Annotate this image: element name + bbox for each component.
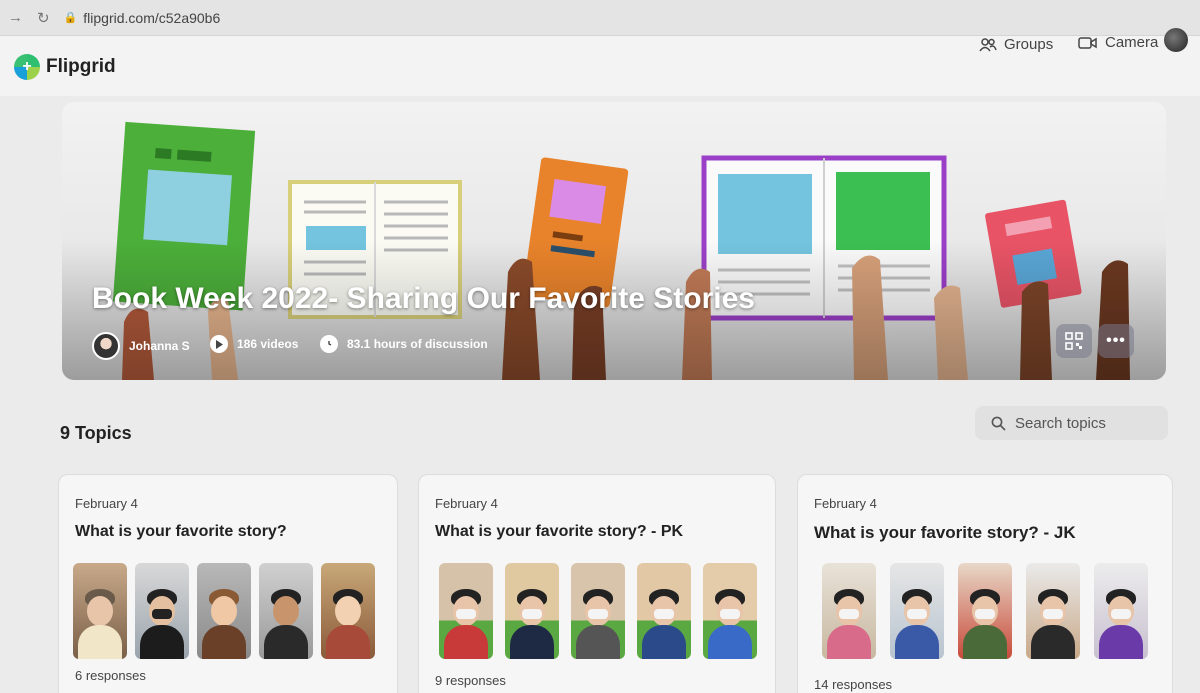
response-thumbnail[interactable] (197, 563, 251, 659)
groups-button[interactable]: Groups (979, 36, 1053, 53)
response-thumbnails (439, 563, 757, 659)
groups-icon (979, 37, 997, 51)
response-thumbnail[interactable] (1026, 563, 1080, 659)
response-thumbnails (73, 563, 375, 659)
response-thumbnail[interactable] (73, 563, 127, 659)
clock-icon (320, 335, 338, 353)
lock-icon: 🔒 (63, 12, 78, 24)
response-thumbnail[interactable] (439, 563, 493, 659)
response-thumbnail[interactable] (135, 563, 189, 659)
response-thumbnail[interactable] (822, 563, 876, 659)
owner-name: Johanna S (129, 339, 190, 353)
topic-date: February 4 (814, 496, 877, 511)
flipgrid-logo[interactable]: Flipgrid (14, 54, 116, 80)
search-input[interactable] (1015, 414, 1155, 432)
topics-count: 9 Topics (60, 423, 132, 443)
search-topics[interactable] (975, 406, 1168, 440)
response-thumbnail[interactable] (637, 563, 691, 659)
app-header: Flipgrid Groups Camera (0, 28, 1200, 96)
topic-card[interactable]: February 4 What is your favorite story? … (797, 474, 1173, 693)
response-thumbnail[interactable] (1094, 563, 1148, 659)
more-options-button[interactable]: ••• (1098, 324, 1134, 358)
qr-code-button[interactable] (1056, 324, 1092, 358)
grid-title: Book Week 2022- Sharing Our Favorite Sto… (92, 282, 755, 315)
address-bar[interactable]: flipgrid.com/c52a90b6 (83, 10, 220, 26)
qr-code-icon (1065, 332, 1083, 350)
grid-banner: Book Week 2022- Sharing Our Favorite Sto… (62, 102, 1166, 380)
videos-label: 186 videos (237, 337, 299, 351)
user-avatar[interactable] (1164, 28, 1189, 52)
topic-title[interactable]: What is your favorite story? - PK (435, 523, 683, 541)
logo-text: Flipgrid (46, 56, 116, 77)
groups-label: Groups (1004, 36, 1054, 53)
more-dots-icon: ••• (1106, 332, 1126, 349)
response-thumbnail[interactable] (259, 563, 313, 659)
camera-icon (1078, 36, 1097, 49)
discussion-label: 83.1 hours of discussion (347, 337, 488, 351)
videos-count: 186 videos (210, 335, 298, 353)
camera-button[interactable]: Camera (1078, 28, 1189, 52)
play-icon (210, 335, 228, 353)
topic-card[interactable]: February 4 What is your favorite story? … (418, 474, 776, 693)
camera-label: Camera (1105, 34, 1159, 51)
forward-arrow-icon[interactable]: → (8, 9, 23, 26)
response-count: 9 responses (435, 673, 506, 688)
flipgrid-logo-icon (14, 54, 40, 80)
reload-icon[interactable]: ↻ (37, 9, 50, 27)
response-thumbnail[interactable] (703, 563, 757, 659)
response-thumbnail[interactable] (505, 563, 559, 659)
search-icon (991, 416, 1006, 431)
response-thumbnails (822, 563, 1148, 659)
owner-info[interactable]: Johanna S (92, 332, 190, 360)
owner-avatar (92, 332, 120, 360)
browser-toolbar: → ↻ 🔒 flipgrid.com/c52a90b6 (0, 0, 1200, 36)
topic-card[interactable]: February 4 What is your favorite story? … (58, 474, 398, 693)
topic-date: February 4 (435, 496, 498, 511)
discussion-time: 83.1 hours of discussion (320, 335, 488, 353)
response-thumbnail[interactable] (890, 563, 944, 659)
topic-title[interactable]: What is your favorite story? (75, 523, 287, 541)
response-count: 6 responses (75, 668, 146, 683)
topic-title[interactable]: What is your favorite story? - JK (814, 523, 1076, 543)
topic-date: February 4 (75, 496, 138, 511)
response-thumbnail[interactable] (321, 563, 375, 659)
response-thumbnail[interactable] (958, 563, 1012, 659)
response-thumbnail[interactable] (571, 563, 625, 659)
response-count: 14 responses (814, 677, 893, 692)
